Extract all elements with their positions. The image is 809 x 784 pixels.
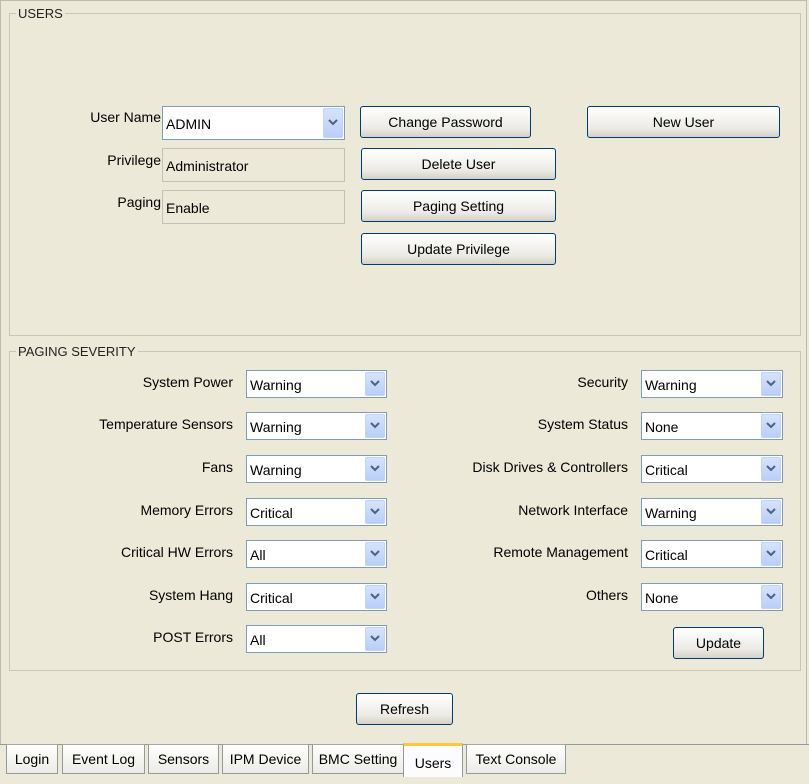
severity-value: Critical bbox=[250, 590, 293, 606]
chevron-down-icon[interactable] bbox=[365, 585, 385, 609]
privilege-value: Administrator bbox=[166, 158, 249, 174]
chevron-down-icon[interactable] bbox=[365, 542, 385, 566]
chevron-down-icon[interactable] bbox=[761, 585, 781, 609]
system-hang-select[interactable]: Critical bbox=[246, 583, 387, 611]
paging-field: Enable bbox=[162, 190, 345, 224]
severity-label: Network Interface bbox=[518, 502, 628, 518]
chevron-down-icon[interactable] bbox=[365, 414, 385, 438]
severity-label: Memory Errors bbox=[140, 502, 233, 518]
tab-login[interactable]: Login bbox=[6, 744, 58, 774]
severity-value: None bbox=[645, 419, 679, 435]
severity-value: Critical bbox=[645, 547, 688, 563]
critical-hw-errors-select[interactable]: All bbox=[246, 540, 387, 568]
chevron-down-icon[interactable] bbox=[365, 627, 385, 651]
tab-ipm-device[interactable]: IPM Device bbox=[222, 744, 309, 774]
severity-label: Disk Drives & Controllers bbox=[472, 459, 628, 475]
severity-label: POST Errors bbox=[153, 629, 233, 645]
network-interface-select[interactable]: Warning bbox=[641, 498, 783, 526]
severity-value: Warning bbox=[250, 462, 302, 478]
others-select[interactable]: None bbox=[641, 583, 783, 611]
tab-strip: Login Event Log Sensors IPM Device BMC S… bbox=[6, 743, 808, 778]
privilege-label: Privilege bbox=[107, 152, 161, 168]
privilege-field: Administrator bbox=[162, 148, 345, 182]
chevron-down-icon[interactable] bbox=[761, 372, 781, 396]
fans-select[interactable]: Warning bbox=[246, 455, 387, 483]
tab-text-console[interactable]: Text Console bbox=[466, 744, 566, 774]
severity-label: Fans bbox=[201, 459, 233, 475]
users-legend: USERS bbox=[18, 6, 63, 21]
paging-value: Enable bbox=[166, 200, 210, 216]
system-status-select[interactable]: None bbox=[641, 412, 783, 440]
chevron-down-icon[interactable] bbox=[365, 372, 385, 396]
update-privilege-button[interactable]: Update Privilege bbox=[361, 233, 556, 265]
security-select[interactable]: Warning bbox=[641, 370, 783, 398]
update-button[interactable]: Update bbox=[673, 627, 764, 659]
severity-value: Warning bbox=[250, 419, 302, 435]
post-errors-select[interactable]: All bbox=[246, 625, 387, 653]
severity-value: Critical bbox=[645, 462, 688, 478]
memory-errors-select[interactable]: Critical bbox=[246, 498, 387, 526]
severity-value: All bbox=[250, 547, 266, 563]
system-power-select[interactable]: Warning bbox=[246, 370, 387, 398]
severity-value: Warning bbox=[645, 377, 697, 393]
severity-label: Others bbox=[585, 587, 628, 603]
tab-event-log[interactable]: Event Log bbox=[62, 744, 145, 774]
severity-label: System Power bbox=[142, 374, 233, 390]
tab-users[interactable]: Users bbox=[403, 743, 463, 777]
paging-severity-legend: PAGING SEVERITY bbox=[18, 344, 136, 359]
refresh-button[interactable]: Refresh bbox=[356, 693, 453, 725]
severity-value: All bbox=[250, 632, 266, 648]
chevron-down-icon[interactable] bbox=[761, 414, 781, 438]
severity-value: Critical bbox=[250, 505, 293, 521]
severity-label: Security bbox=[577, 374, 628, 390]
severity-label: System Status bbox=[537, 416, 628, 432]
chevron-down-icon[interactable] bbox=[365, 500, 385, 524]
new-user-button[interactable]: New User bbox=[587, 106, 780, 138]
tab-bmc-setting[interactable]: BMC Setting bbox=[312, 744, 404, 774]
user-name-select[interactable]: ADMIN bbox=[162, 106, 345, 140]
user-name-value: ADMIN bbox=[166, 116, 212, 132]
severity-label: Temperature Sensors bbox=[99, 416, 233, 432]
remote-management-select[interactable]: Critical bbox=[641, 540, 783, 568]
chevron-down-icon[interactable] bbox=[761, 457, 781, 481]
severity-value: None bbox=[645, 590, 679, 606]
disk-drives-controllers-select[interactable]: Critical bbox=[641, 455, 783, 483]
user-name-label: User Name bbox=[90, 109, 161, 125]
change-password-button[interactable]: Change Password bbox=[360, 106, 531, 138]
chevron-down-icon[interactable] bbox=[761, 542, 781, 566]
paging-setting-button[interactable]: Paging Setting bbox=[361, 190, 556, 222]
severity-value: Warning bbox=[250, 377, 302, 393]
paging-label: Paging bbox=[117, 194, 161, 210]
chevron-down-icon[interactable] bbox=[323, 108, 343, 138]
severity-label: Critical HW Errors bbox=[121, 544, 233, 560]
chevron-down-icon[interactable] bbox=[365, 457, 385, 481]
severity-value: Warning bbox=[645, 505, 697, 521]
severity-label: Remote Management bbox=[493, 544, 628, 560]
tab-sensors[interactable]: Sensors bbox=[148, 744, 219, 774]
severity-label: System Hang bbox=[148, 587, 233, 603]
temperature-sensors-select[interactable]: Warning bbox=[246, 412, 387, 440]
chevron-down-icon[interactable] bbox=[761, 500, 781, 524]
delete-user-button[interactable]: Delete User bbox=[361, 148, 556, 180]
